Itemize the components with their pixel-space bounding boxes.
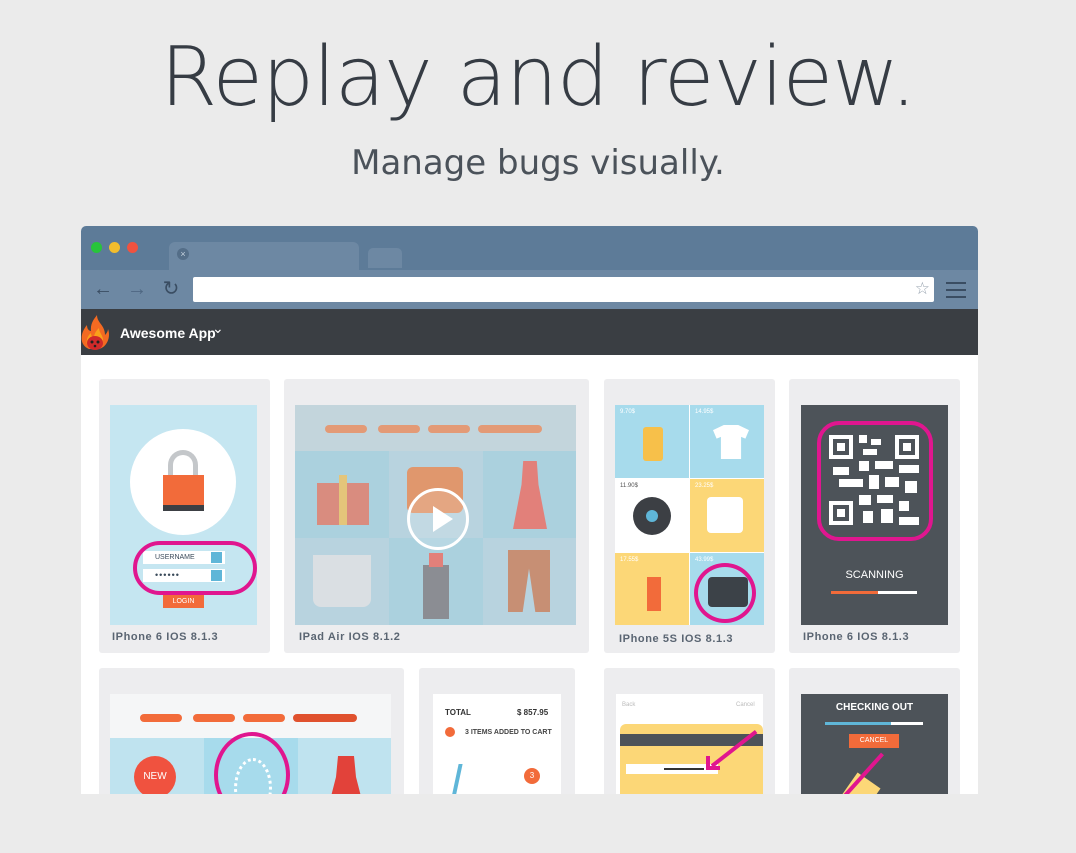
browser-tab[interactable] bbox=[169, 242, 359, 270]
scan-progress bbox=[831, 591, 917, 594]
sessions-grid: USERNAME •••••• LOGIN IPhone 6 IOS 8.1.3 bbox=[81, 355, 978, 794]
session-screenshot[interactable]: TOTAL $ 857.95 3 ITEMS ADDED TO CART 3 bbox=[433, 694, 561, 794]
back-arrow-icon[interactable]: ← bbox=[91, 278, 115, 302]
window-zoom-button[interactable] bbox=[127, 242, 138, 253]
session-screenshot[interactable]: USERNAME •••••• LOGIN bbox=[110, 405, 257, 625]
price-label: 9.70$ bbox=[620, 409, 636, 415]
hero-subtitle: Manage bugs visually. bbox=[351, 143, 725, 183]
price-label: 17.55$ bbox=[620, 557, 639, 563]
total-value: $ 857.95 bbox=[517, 708, 549, 717]
session-card-store[interactable]: NEW bbox=[99, 668, 404, 794]
price-label: 23.25$ bbox=[695, 483, 714, 489]
chevron-down-icon[interactable]: ⌄ bbox=[212, 320, 224, 337]
device-caption: IPhone 6 IOS 8.1.3 bbox=[803, 631, 910, 643]
session-screenshot[interactable]: SCANNING bbox=[801, 405, 948, 625]
app-header: Awesome App ⌄ bbox=[81, 309, 978, 355]
window-close-button[interactable] bbox=[91, 242, 102, 253]
session-card-ipad[interactable]: IPad Air IOS 8.1.2 bbox=[284, 379, 589, 653]
price-label: 43.99$ bbox=[695, 557, 714, 563]
total-label: TOTAL bbox=[445, 708, 471, 717]
price-label: 11.90$ bbox=[620, 483, 638, 489]
back-link: Back bbox=[622, 702, 636, 708]
device-caption: IPhone 6 IOS 8.1.3 bbox=[112, 631, 219, 643]
cart-count-badge: 3 bbox=[524, 768, 540, 784]
highlight-circle bbox=[817, 421, 933, 541]
cancel-link: Cancel bbox=[736, 702, 755, 708]
session-card-scan[interactable]: SCANNING IPhone 6 IOS 8.1.3 bbox=[789, 379, 960, 653]
device-caption: IPhone 5S IOS 8.1.3 bbox=[619, 633, 734, 645]
new-tab-button[interactable] bbox=[368, 248, 402, 268]
highlight-circle bbox=[133, 541, 257, 595]
hamburger-menu-icon[interactable] bbox=[946, 282, 966, 298]
cart-icon bbox=[451, 764, 523, 794]
session-screenshot[interactable]: 9.70$ 14.95$ 11.90$ 23.25$ 17.55$ 43.99$ bbox=[615, 405, 764, 625]
session-card-shop[interactable]: 9.70$ 14.95$ 11.90$ 23.25$ 17.55$ 43.99$… bbox=[604, 379, 775, 653]
hero-title: Replay and review. bbox=[160, 30, 916, 125]
price-label: 14.95$ bbox=[695, 409, 714, 415]
session-card-login[interactable]: USERNAME •••••• LOGIN IPhone 6 IOS 8.1.3 bbox=[99, 379, 270, 653]
session-card-cart[interactable]: TOTAL $ 857.95 3 ITEMS ADDED TO CART 3 bbox=[419, 668, 575, 794]
app-name[interactable]: Awesome App bbox=[120, 325, 216, 341]
star-icon[interactable]: ☆ bbox=[915, 279, 930, 299]
play-icon bbox=[433, 506, 453, 532]
highlight-circle bbox=[694, 563, 756, 623]
session-card-checkout[interactable]: CHECKING OUT CANCEL bbox=[789, 668, 960, 794]
scan-status: SCANNING bbox=[845, 569, 904, 581]
device-caption: IPad Air IOS 8.1.2 bbox=[299, 631, 401, 643]
login-button: LOGIN bbox=[163, 595, 204, 608]
window-minimize-button[interactable] bbox=[109, 242, 120, 253]
close-icon[interactable]: × bbox=[177, 248, 189, 260]
browser-toolbar: ← → ↻ ☆ bbox=[81, 270, 978, 309]
play-button[interactable] bbox=[407, 488, 469, 550]
new-badge: NEW bbox=[134, 756, 176, 794]
forward-arrow-icon[interactable]: → bbox=[125, 278, 149, 302]
browser-window: × ← → ↻ ☆ Awesome App ⌄ USERNAME •••••• … bbox=[81, 226, 978, 794]
bug-flame-logo-icon bbox=[81, 315, 109, 350]
browser-tab-bar: × bbox=[81, 226, 978, 270]
session-screenshot[interactable] bbox=[295, 405, 576, 625]
check-icon bbox=[445, 727, 455, 737]
cancel-button: CANCEL bbox=[849, 734, 899, 748]
checkout-status: CHECKING OUT bbox=[835, 702, 914, 713]
session-screenshot[interactable]: NEW bbox=[110, 694, 391, 794]
session-screenshot[interactable]: Back Cancel bbox=[616, 694, 763, 794]
session-screenshot[interactable]: CHECKING OUT CANCEL bbox=[801, 694, 948, 794]
session-card-payment[interactable]: Back Cancel bbox=[604, 668, 775, 794]
address-bar[interactable]: ☆ bbox=[193, 277, 934, 302]
reload-icon[interactable]: ↻ bbox=[159, 278, 183, 302]
added-message: 3 ITEMS ADDED TO CART bbox=[465, 729, 552, 736]
